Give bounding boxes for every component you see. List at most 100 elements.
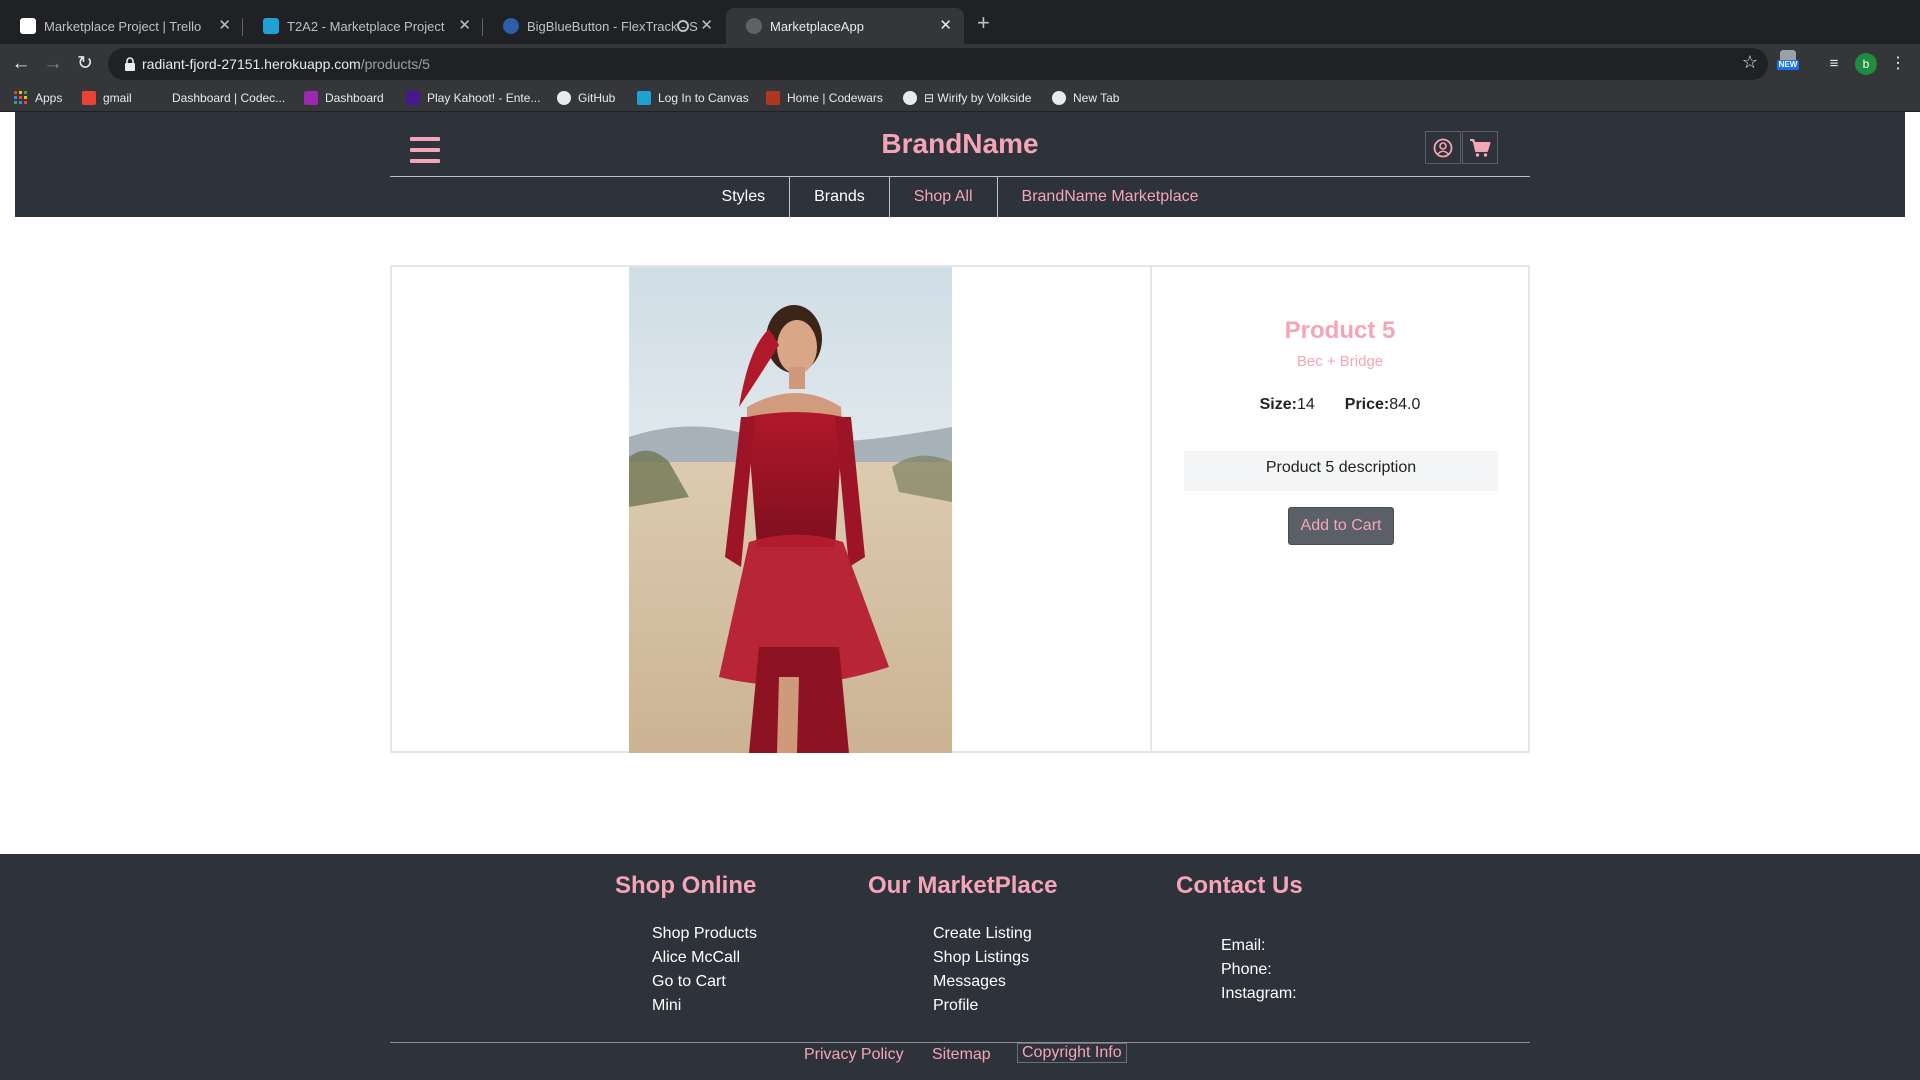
bigbluebutton-icon xyxy=(503,18,519,34)
product-brand[interactable]: Bec + Bridge xyxy=(1152,353,1528,370)
footer-sitemap[interactable]: Sitemap xyxy=(932,1046,991,1064)
back-button[interactable]: ← xyxy=(10,53,32,75)
kahoot-icon xyxy=(406,91,420,105)
browser-tab-bigbluebutton[interactable]: BigBlueButton - FlexTrack - S ✕ xyxy=(483,8,725,44)
canvas-icon xyxy=(637,91,651,105)
footer-link-messages[interactable]: Messages xyxy=(933,972,1032,996)
url-path: /products/5 xyxy=(360,56,430,72)
nav-brands[interactable]: Brands xyxy=(789,177,889,217)
account-button[interactable] xyxy=(1425,131,1461,164)
footer-title-shop-online: Shop Online xyxy=(615,872,757,899)
extension-new-button[interactable]: NEW xyxy=(1777,50,1799,76)
bookmark-label: Dashboard | Codec... xyxy=(172,91,286,105)
header-icons xyxy=(1425,131,1498,164)
browser-tab-trello[interactable]: Marketplace Project | Trello ✕ xyxy=(0,8,243,44)
site-footer: Shop Online Shop Products Alice McCall G… xyxy=(0,854,1920,1080)
contact-email: Email: xyxy=(1221,937,1266,954)
footer-link-mini[interactable]: Mini xyxy=(652,996,757,1020)
media-control-button[interactable]: ≡ xyxy=(1823,53,1845,75)
bookmark-ed-dashboard[interactable]: Dashboard xyxy=(304,90,384,106)
bookmark-wirify[interactable]: ⊟ Wirify by Volkside xyxy=(903,90,1031,106)
shopping-cart-icon xyxy=(1470,138,1491,157)
site-header: BrandName Styles Brands Shop All BrandNa… xyxy=(15,112,1905,217)
footer-link-create-listing[interactable]: Create Listing xyxy=(933,924,1032,948)
nav-styles[interactable]: Styles xyxy=(698,177,790,217)
bookmark-label: Play Kahoot! - Ente... xyxy=(427,91,541,105)
product-price: Price:84.0 xyxy=(1345,396,1421,414)
codecademy-icon xyxy=(151,91,165,105)
product-meta: Size:14 Price:84.0 xyxy=(1152,396,1528,414)
globe-icon xyxy=(1052,91,1066,105)
bookmark-new-tab[interactable]: New Tab xyxy=(1052,90,1119,106)
bookmark-github[interactable]: GitHub xyxy=(557,90,615,106)
browser-tab-t2a2[interactable]: T2A2 - Marketplace Project ✕ xyxy=(243,8,483,44)
product-description: Product 5 description xyxy=(1184,451,1498,491)
footer-link-go-to-cart[interactable]: Go to Cart xyxy=(652,972,757,996)
product-photo xyxy=(629,267,952,753)
bookmark-codecademy[interactable]: Dashboard | Codec... xyxy=(151,90,285,106)
codewars-icon xyxy=(766,91,780,105)
ed-icon xyxy=(304,91,318,105)
trello-icon xyxy=(20,18,36,34)
brand-logo-text[interactable]: BrandName xyxy=(15,128,1905,160)
arrow-right-icon: → xyxy=(43,53,63,74)
category-nav: Styles Brands Shop All BrandName Marketp… xyxy=(15,177,1905,217)
add-to-cart-button[interactable]: Add to Cart xyxy=(1288,507,1394,545)
tab-title: BigBlueButton - FlexTrack - S xyxy=(527,18,698,34)
footer-privacy-policy[interactable]: Privacy Policy xyxy=(804,1046,904,1064)
close-tab-icon[interactable]: ✕ xyxy=(700,18,713,34)
github-icon xyxy=(557,91,571,105)
reload-button[interactable]: ↻ xyxy=(74,53,96,75)
footer-link-shop-products[interactable]: Shop Products xyxy=(652,924,757,948)
contact-instagram: Instagram: xyxy=(1221,985,1297,1002)
globe-icon xyxy=(746,18,762,34)
bookmark-label: Home | Codewars xyxy=(787,91,883,105)
apps-grid-icon xyxy=(14,91,27,104)
price-value: 84.0 xyxy=(1389,396,1421,413)
browser-tab-marketplaceapp[interactable]: MarketplaceApp ✕ xyxy=(726,8,964,44)
bookmark-label: GitHub xyxy=(578,91,616,105)
bookmark-label: New Tab xyxy=(1073,91,1120,105)
product-image-pane xyxy=(392,267,1152,753)
footer-link-shop-listings[interactable]: Shop Listings xyxy=(933,948,1032,972)
close-tab-icon[interactable]: ✕ xyxy=(218,18,231,34)
browser-tab-bar: Marketplace Project | Trello ✕ T2A2 - Ma… xyxy=(0,0,1920,44)
footer-title-our-marketplace: Our MarketPlace xyxy=(868,872,1058,899)
close-tab-icon[interactable]: ✕ xyxy=(458,18,471,34)
browser-menu-button[interactable]: ⋮ xyxy=(1887,53,1909,75)
extension-icon xyxy=(1780,50,1796,60)
bookmark-label: gmail xyxy=(103,91,132,105)
bookmark-label: Apps xyxy=(35,91,63,105)
footer-title-contact-us: Contact Us xyxy=(1176,872,1303,899)
product-card: Product 5 Bec + Bridge Size:14 Price:84.… xyxy=(390,265,1530,753)
gmail-icon xyxy=(82,91,96,105)
bookmark-star-icon[interactable]: ☆ xyxy=(1742,52,1758,73)
address-bar[interactable]: radiant-fjord-27151.herokuapp.com/produc… xyxy=(108,48,1768,80)
bookmark-codewars[interactable]: Home | Codewars xyxy=(766,90,883,106)
cart-button[interactable] xyxy=(1462,131,1498,164)
forward-button[interactable]: → xyxy=(42,53,64,75)
nav-shop-all[interactable]: Shop All xyxy=(888,177,997,217)
footer-link-alice-mccall[interactable]: Alice McCall xyxy=(652,948,757,972)
close-tab-icon[interactable]: ✕ xyxy=(939,18,952,34)
bookmark-gmail[interactable]: gmail xyxy=(82,90,132,106)
new-tab-button[interactable]: + xyxy=(977,12,990,34)
arrow-left-icon: ← xyxy=(11,53,31,74)
nav-brandname-marketplace[interactable]: BrandName Marketplace xyxy=(996,177,1223,217)
footer-shop-online-links: Shop Products Alice McCall Go to Cart Mi… xyxy=(652,924,757,1020)
bookmark-label: Dashboard xyxy=(325,91,384,105)
url-text: radiant-fjord-27151.herokuapp.com/produc… xyxy=(142,56,430,72)
profile-avatar[interactable]: b xyxy=(1855,53,1877,75)
footer-contact-lines: Email: Phone: Instagram: xyxy=(1221,936,1297,1008)
playlist-icon: ≡ xyxy=(1829,55,1839,72)
bookmark-apps[interactable]: Apps xyxy=(14,90,62,106)
reload-icon: ↻ xyxy=(77,53,93,74)
recording-indicator-icon xyxy=(677,20,689,32)
footer-copyright-info[interactable]: Copyright Info xyxy=(1017,1043,1127,1063)
new-badge: NEW xyxy=(1777,60,1799,70)
bookmark-canvas[interactable]: Log In to Canvas xyxy=(637,90,749,106)
browser-toolbar: ← → ↻ radiant-fjord-27151.herokuapp.com/… xyxy=(0,44,1920,84)
globe-icon xyxy=(903,91,917,105)
bookmark-kahoot[interactable]: Play Kahoot! - Ente... xyxy=(406,90,540,106)
footer-link-profile[interactable]: Profile xyxy=(933,996,1032,1020)
